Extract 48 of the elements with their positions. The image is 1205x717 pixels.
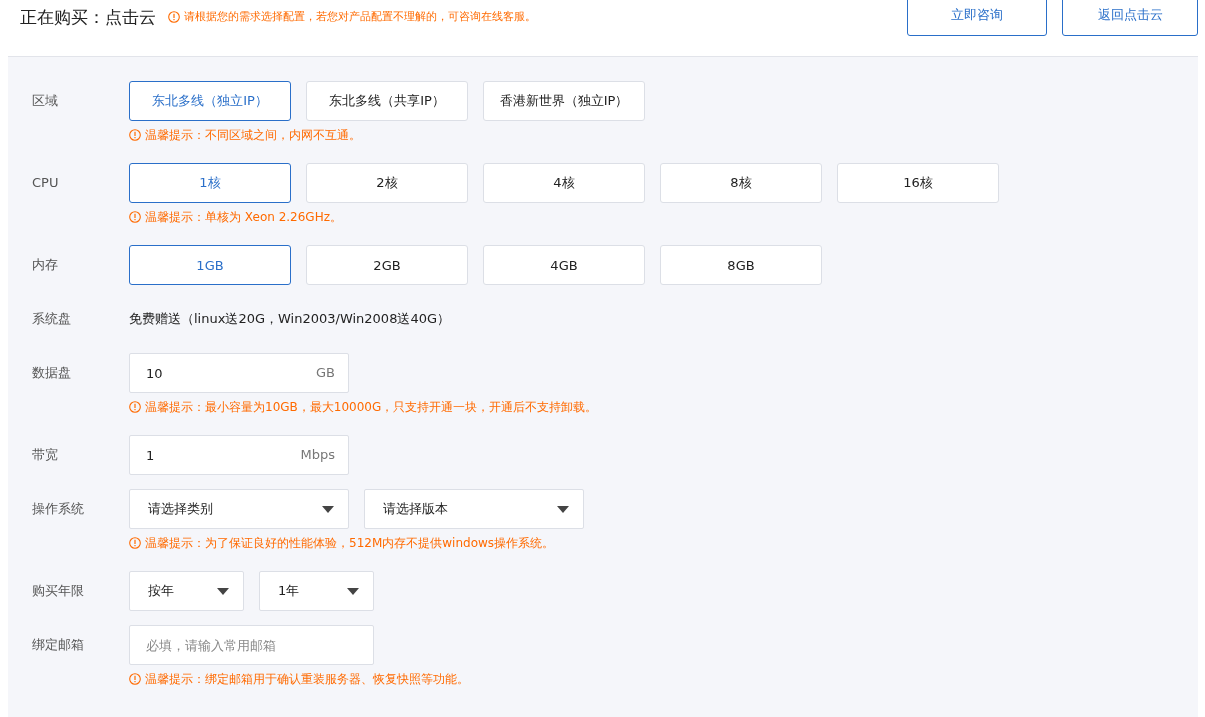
field-label: CPU bbox=[32, 174, 60, 192]
unit-label: Mbps bbox=[300, 447, 335, 462]
option-button[interactable]: 1核 bbox=[129, 163, 291, 203]
option-button[interactable]: 16核 bbox=[837, 163, 999, 203]
field-label: 购买年限 bbox=[32, 582, 85, 600]
field-label: 系统盘 bbox=[32, 310, 72, 328]
option-button[interactable]: 2核 bbox=[306, 163, 468, 203]
warning-icon bbox=[129, 401, 141, 413]
option-button[interactable]: 8GB bbox=[660, 245, 822, 285]
hint-text: 温馨提示：绑定邮箱用于确认重装服务器、恢复快照等功能。 bbox=[145, 670, 469, 688]
warning-icon bbox=[129, 211, 141, 223]
option-button[interactable]: 8核 bbox=[660, 163, 822, 203]
option-button[interactable]: 东北多线（独立IP） bbox=[129, 81, 291, 121]
field-label: 绑定邮箱 bbox=[32, 636, 85, 654]
field-label: 区域 bbox=[32, 92, 59, 110]
hint-text: 温馨提示：单核为 Xeon 2.26GHz。 bbox=[145, 208, 342, 226]
option-button[interactable]: 4核 bbox=[483, 163, 645, 203]
dropdown[interactable]: 按年 bbox=[129, 571, 244, 611]
page-title: 正在购买：点击云 bbox=[20, 6, 156, 29]
notice-text: 请根据您的需求选择配置，若您对产品配置不理解的，可咨询在线客服。 bbox=[184, 9, 536, 24]
dropdown[interactable]: 请选择版本 bbox=[364, 489, 584, 529]
caret-icon bbox=[347, 587, 359, 595]
header-button[interactable]: 返回点击云 bbox=[1062, 0, 1198, 36]
option-button[interactable]: 1GB bbox=[129, 245, 291, 285]
warning-icon bbox=[129, 673, 141, 685]
hint-text: 温馨提示：最小容量为10GB，最大10000G，只支持开通一块，开通后不支持卸载。 bbox=[145, 398, 598, 416]
field-label: 操作系统 bbox=[32, 500, 85, 518]
unit-label: GB bbox=[316, 365, 335, 380]
input-field[interactable]: 必填，请输入常用邮箱 bbox=[129, 625, 374, 665]
header-button[interactable]: 立即咨询 bbox=[907, 0, 1047, 36]
caret-icon bbox=[217, 587, 229, 595]
warning-icon bbox=[168, 10, 180, 23]
caret-icon bbox=[322, 505, 334, 513]
hint-text: 温馨提示：不同区域之间，内网不互通。 bbox=[145, 126, 361, 144]
option-button[interactable]: 东北多线（共享IP） bbox=[306, 81, 468, 121]
field-label: 带宽 bbox=[32, 446, 59, 464]
option-button[interactable]: 2GB bbox=[306, 245, 468, 285]
hint-text: 温馨提示：为了保证良好的性能体验，512M内存不提供windows操作系统。 bbox=[145, 534, 555, 552]
field-label: 数据盘 bbox=[32, 364, 72, 382]
option-button[interactable]: 香港新世界（独立IP） bbox=[483, 81, 645, 121]
system-disk-text: 免费赠送（linux送20G，Win2003/Win2008送40G） bbox=[129, 310, 450, 328]
dropdown[interactable]: 1年 bbox=[259, 571, 374, 611]
option-button[interactable]: 4GB bbox=[483, 245, 645, 285]
field-label: 内存 bbox=[32, 256, 59, 274]
warning-icon bbox=[129, 129, 141, 141]
dropdown[interactable]: 请选择类别 bbox=[129, 489, 349, 529]
caret-icon bbox=[557, 505, 569, 513]
warning-icon bbox=[129, 537, 141, 549]
